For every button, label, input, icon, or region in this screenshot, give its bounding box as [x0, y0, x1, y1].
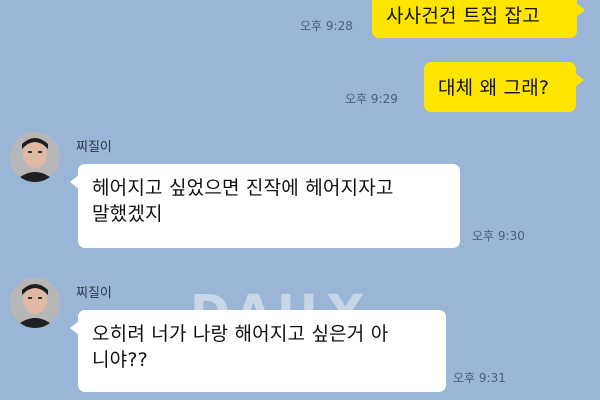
incoming-message-bubble[interactable]: 헤어지고 싶었으면 진작에 헤어지자고 말했겠지: [70, 164, 460, 248]
outgoing-message-bubble[interactable]: 사사건건 트집 잡고: [372, 0, 585, 38]
message-text-line: 말했겠지: [92, 202, 163, 225]
sender-name: 찌질이: [76, 286, 112, 301]
message-text-line: 니야??: [92, 348, 148, 371]
chat-window: DAILY 오후 9:28 사사건건 트집 잡고 오후 9:29 대체 왜 그래…: [0, 0, 600, 400]
avatar[interactable]: [10, 278, 60, 328]
message-text: 사사건건 트집 잡고: [386, 5, 540, 27]
message-text-line: 오히려 너가 나랑 해어지고 싶은거 아: [92, 323, 389, 345]
incoming-message-bubble[interactable]: 오히려 너가 나랑 해어지고 싶은거 아 니야??: [70, 310, 446, 392]
message-text: 대체 왜 그래?: [438, 77, 550, 99]
sender-name: 찌질이: [76, 140, 112, 155]
message-text-line: 헤어지고 싶었으면 진작에 헤어지자고: [92, 177, 394, 199]
avatar[interactable]: [10, 132, 60, 182]
message-time: 오후 9:31: [453, 371, 506, 385]
message-time: 오후 9:28: [300, 19, 353, 33]
message-time: 오후 9:29: [345, 92, 398, 106]
outgoing-message-bubble[interactable]: 대체 왜 그래?: [424, 62, 584, 112]
profile-photo-icon: [10, 278, 60, 328]
profile-photo-icon: [10, 132, 60, 182]
message-time: 오후 9:30: [472, 229, 525, 243]
